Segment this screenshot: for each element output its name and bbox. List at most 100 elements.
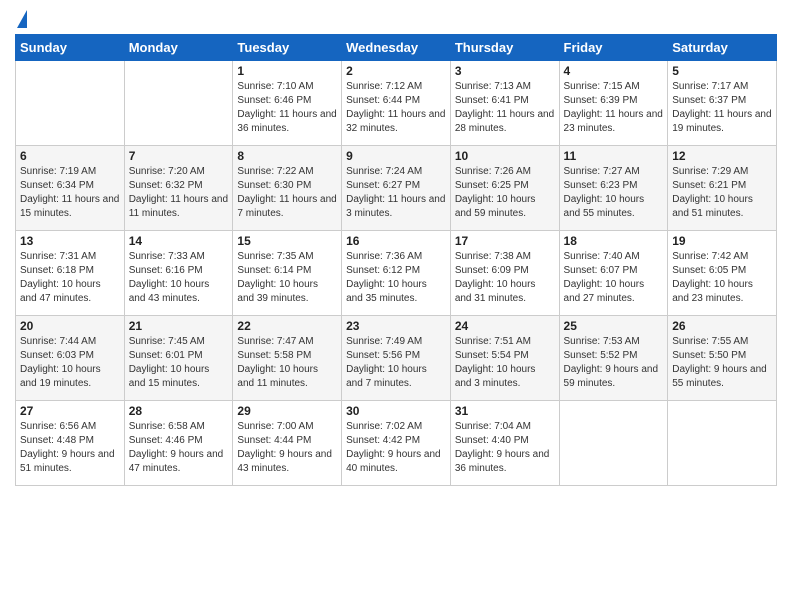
- weekday-header-friday: Friday: [559, 35, 668, 61]
- weekday-header-wednesday: Wednesday: [342, 35, 451, 61]
- day-info: Sunrise: 7:17 AMSunset: 6:37 PMDaylight:…: [672, 80, 772, 136]
- day-info: Sunrise: 7:20 AMSunset: 6:32 PMDaylight:…: [129, 165, 229, 221]
- calendar-cell: 18Sunrise: 7:40 AMSunset: 6:07 PMDayligh…: [559, 231, 668, 316]
- calendar-cell: 20 Sunrise: 7:44 AMSunset: 6:03 PMDayligh…: [16, 316, 125, 401]
- calendar-cell: 12 Sunrise: 7:29 AMSunset: 6:21 PMDayligh…: [668, 146, 777, 231]
- day-number: 30: [346, 404, 446, 418]
- calendar-cell: 25Sunrise: 7:53 AMSunset: 5:52 PMDayligh…: [559, 316, 668, 401]
- day-info: Sunrise: 7:27 AMSunset: 6:23 PMDaylight:…: [564, 165, 664, 221]
- calendar-cell: 10 Sunrise: 7:26 AMSunset: 6:25 PMDayligh…: [450, 146, 559, 231]
- week-row-2: 13Sunrise: 7:31 AMSunset: 6:18 PMDayligh…: [16, 231, 777, 316]
- day-number: 29: [237, 404, 337, 418]
- calendar-cell: [124, 61, 233, 146]
- day-number: 9: [346, 149, 446, 163]
- week-row-1: 6 Sunrise: 7:19 AMSunset: 6:34 PMDaylight…: [16, 146, 777, 231]
- calendar-cell: 4 Sunrise: 7:15 AMSunset: 6:39 PMDaylight…: [559, 61, 668, 146]
- day-info: Sunrise: 7:13 AMSunset: 6:41 PMDaylight:…: [455, 80, 555, 136]
- day-info: Sunrise: 7:53 AMSunset: 5:52 PMDaylight:…: [564, 335, 664, 391]
- day-info: Sunrise: 7:55 AMSunset: 5:50 PMDaylight:…: [672, 335, 772, 391]
- day-number: 17: [455, 234, 555, 248]
- day-info: Sunrise: 7:26 AMSunset: 6:25 PMDaylight:…: [455, 165, 555, 221]
- weekday-header-row: SundayMondayTuesdayWednesdayThursdayFrid…: [16, 35, 777, 61]
- calendar-cell: 31Sunrise: 7:04 AMSunset: 4:40 PMDayligh…: [450, 401, 559, 486]
- day-number: 23: [346, 319, 446, 333]
- day-number: 20: [20, 319, 120, 333]
- calendar-cell: [559, 401, 668, 486]
- page: SundayMondayTuesdayWednesdayThursdayFrid…: [0, 0, 792, 612]
- calendar-cell: 14 Sunrise: 7:33 AMSunset: 6:16 PMDayligh…: [124, 231, 233, 316]
- calendar-cell: 11 Sunrise: 7:27 AMSunset: 6:23 PMDayligh…: [559, 146, 668, 231]
- day-info: Sunrise: 6:58 AMSunset: 4:46 PMDaylight:…: [129, 420, 229, 476]
- day-number: 15: [237, 234, 337, 248]
- day-number: 6: [20, 149, 120, 163]
- week-row-0: 1Sunrise: 7:10 AMSunset: 6:46 PMDaylight…: [16, 61, 777, 146]
- day-number: 12: [672, 149, 772, 163]
- day-number: 8: [237, 149, 337, 163]
- calendar-cell: 7 Sunrise: 7:20 AMSunset: 6:32 PMDaylight…: [124, 146, 233, 231]
- day-info: Sunrise: 7:29 AMSunset: 6:21 PMDaylight:…: [672, 165, 772, 221]
- calendar-cell: 5 Sunrise: 7:17 AMSunset: 6:37 PMDaylight…: [668, 61, 777, 146]
- day-number: 18: [564, 234, 664, 248]
- day-number: 21: [129, 319, 229, 333]
- calendar-cell: 3Sunrise: 7:13 AMSunset: 6:41 PMDaylight…: [450, 61, 559, 146]
- day-number: 27: [20, 404, 120, 418]
- day-number: 19: [672, 234, 772, 248]
- day-number: 10: [455, 149, 555, 163]
- day-number: 2: [346, 64, 446, 78]
- day-info: Sunrise: 7:33 AMSunset: 6:16 PMDaylight:…: [129, 250, 229, 306]
- calendar-cell: 15 Sunrise: 7:35 AMSunset: 6:14 PMDayligh…: [233, 231, 342, 316]
- day-info: Sunrise: 7:15 AMSunset: 6:39 PMDaylight:…: [564, 80, 664, 136]
- weekday-header-saturday: Saturday: [668, 35, 777, 61]
- calendar-cell: 19 Sunrise: 7:42 AMSunset: 6:05 PMDayligh…: [668, 231, 777, 316]
- calendar-cell: 8 Sunrise: 7:22 AMSunset: 6:30 PMDaylight…: [233, 146, 342, 231]
- day-info: Sunrise: 7:19 AMSunset: 6:34 PMDaylight:…: [20, 165, 120, 221]
- day-info: Sunrise: 7:12 AMSunset: 6:44 PMDaylight:…: [346, 80, 446, 136]
- day-info: Sunrise: 7:22 AMSunset: 6:30 PMDaylight:…: [237, 165, 337, 221]
- day-info: Sunrise: 7:49 AMSunset: 5:56 PMDaylight:…: [346, 335, 446, 391]
- calendar-cell: 9 Sunrise: 7:24 AMSunset: 6:27 PMDaylight…: [342, 146, 451, 231]
- day-info: Sunrise: 7:42 AMSunset: 6:05 PMDaylight:…: [672, 250, 772, 306]
- day-info: Sunrise: 7:02 AMSunset: 4:42 PMDaylight:…: [346, 420, 446, 476]
- day-info: Sunrise: 7:04 AMSunset: 4:40 PMDaylight:…: [455, 420, 555, 476]
- day-info: Sunrise: 6:56 AMSunset: 4:48 PMDaylight:…: [20, 420, 120, 476]
- week-row-3: 20 Sunrise: 7:44 AMSunset: 6:03 PMDayligh…: [16, 316, 777, 401]
- day-number: 16: [346, 234, 446, 248]
- day-number: 24: [455, 319, 555, 333]
- calendar-cell: 24Sunrise: 7:51 AMSunset: 5:54 PMDayligh…: [450, 316, 559, 401]
- weekday-header-tuesday: Tuesday: [233, 35, 342, 61]
- header: [15, 10, 777, 26]
- day-number: 5: [672, 64, 772, 78]
- calendar-cell: 21 Sunrise: 7:45 AMSunset: 6:01 PMDayligh…: [124, 316, 233, 401]
- logo-triangle-icon: [17, 10, 27, 28]
- day-info: Sunrise: 7:10 AMSunset: 6:46 PMDaylight:…: [237, 80, 337, 136]
- day-number: 13: [20, 234, 120, 248]
- day-info: Sunrise: 7:35 AMSunset: 6:14 PMDaylight:…: [237, 250, 337, 306]
- calendar-cell: 13Sunrise: 7:31 AMSunset: 6:18 PMDayligh…: [16, 231, 125, 316]
- day-info: Sunrise: 7:00 AMSunset: 4:44 PMDaylight:…: [237, 420, 337, 476]
- calendar-cell: 1Sunrise: 7:10 AMSunset: 6:46 PMDaylight…: [233, 61, 342, 146]
- day-info: Sunrise: 7:47 AMSunset: 5:58 PMDaylight:…: [237, 335, 337, 391]
- calendar-cell: 16 Sunrise: 7:36 AMSunset: 6:12 PMDayligh…: [342, 231, 451, 316]
- day-number: 14: [129, 234, 229, 248]
- weekday-header-thursday: Thursday: [450, 35, 559, 61]
- day-number: 4: [564, 64, 664, 78]
- day-info: Sunrise: 7:24 AMSunset: 6:27 PMDaylight:…: [346, 165, 446, 221]
- calendar: SundayMondayTuesdayWednesdayThursdayFrid…: [15, 34, 777, 486]
- day-number: 26: [672, 319, 772, 333]
- day-info: Sunrise: 7:38 AMSunset: 6:09 PMDaylight:…: [455, 250, 555, 306]
- calendar-cell: 28 Sunrise: 6:58 AMSunset: 4:46 PMDayligh…: [124, 401, 233, 486]
- day-number: 11: [564, 149, 664, 163]
- day-info: Sunrise: 7:36 AMSunset: 6:12 PMDaylight:…: [346, 250, 446, 306]
- logo: [15, 10, 27, 26]
- calendar-cell: 6 Sunrise: 7:19 AMSunset: 6:34 PMDaylight…: [16, 146, 125, 231]
- calendar-cell: [668, 401, 777, 486]
- calendar-cell: 23 Sunrise: 7:49 AMSunset: 5:56 PMDayligh…: [342, 316, 451, 401]
- calendar-cell: 27 Sunrise: 6:56 AMSunset: 4:48 PMDayligh…: [16, 401, 125, 486]
- day-info: Sunrise: 7:44 AMSunset: 6:03 PMDaylight:…: [20, 335, 120, 391]
- calendar-cell: 2 Sunrise: 7:12 AMSunset: 6:44 PMDaylight…: [342, 61, 451, 146]
- calendar-cell: 17 Sunrise: 7:38 AMSunset: 6:09 PMDayligh…: [450, 231, 559, 316]
- day-number: 28: [129, 404, 229, 418]
- day-number: 22: [237, 319, 337, 333]
- day-info: Sunrise: 7:45 AMSunset: 6:01 PMDaylight:…: [129, 335, 229, 391]
- day-number: 7: [129, 149, 229, 163]
